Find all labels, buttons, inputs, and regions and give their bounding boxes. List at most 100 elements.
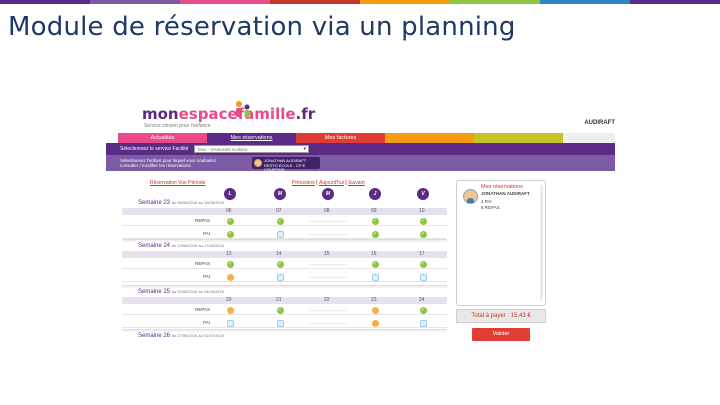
date-cell: 22	[324, 297, 330, 303]
child-bar: Sélectionnez l'enfant pour lequel vous s…	[106, 155, 615, 172]
check-icon[interactable]: ✓	[276, 261, 284, 268]
service-select-value: Taux - restaurant scolaire	[197, 147, 248, 152]
menu-tab[interactable]: Actualités	[118, 133, 207, 143]
check-icon[interactable]: ✓	[226, 218, 234, 225]
validate-button[interactable]: Valider	[472, 328, 530, 341]
empty-box-icon[interactable]	[276, 231, 284, 238]
check-icon[interactable]: ✓	[419, 261, 427, 268]
day-header: L	[224, 188, 236, 200]
reservations-line: 6 REPAS	[481, 205, 500, 210]
slide-title: Module de réservation via un planning	[8, 12, 516, 42]
row-label: REPAS	[195, 261, 210, 266]
date-cell: 07	[276, 208, 282, 214]
reservation-row: PAI	[122, 319, 447, 328]
panel-scrollbar[interactable]	[540, 185, 543, 301]
chevron-down-icon: ▾	[303, 146, 306, 152]
date-cell: 10	[419, 208, 425, 214]
empty-box-icon[interactable]	[419, 274, 427, 281]
child-school: RESTO ÉCOLE - CP É. COURTINE	[264, 162, 307, 172]
nav-next-link[interactable]: Suivant	[348, 180, 365, 186]
empty-box-icon[interactable]	[276, 274, 284, 281]
family-figures-icon	[236, 101, 250, 118]
color-bar-segment	[450, 0, 540, 4]
check-icon[interactable]: ✓	[419, 307, 427, 314]
check-icon[interactable]: ✓	[419, 231, 427, 238]
week-title: Semaine 26 du 27/06/2016 au 01/07/2016	[138, 333, 224, 339]
week-title: Semaine 25 du 20/06/2016 au 24/06/2016	[138, 289, 224, 295]
empty-box-icon[interactable]	[419, 320, 427, 327]
color-bar-segment	[540, 0, 630, 4]
closed-day-line	[309, 310, 347, 311]
closed-day-line	[309, 323, 347, 324]
row-label: REPAS	[195, 307, 210, 312]
slide-color-bar	[0, 0, 720, 4]
child-info: JONATHAN AUDIRAFT RESTO ÉCOLE - CP É. CO…	[264, 158, 320, 173]
check-icon[interactable]: ✓	[419, 218, 427, 225]
total-to-pay: Total à payer : 15,43 €	[456, 309, 546, 323]
day-header: M	[274, 188, 286, 200]
nav-today-link[interactable]: Aujourd'hui	[319, 180, 344, 186]
menu-tab[interactable]: Mes factures	[296, 133, 385, 143]
date-cell: 17	[419, 251, 425, 257]
date-cell: 23	[371, 297, 377, 303]
date-cell: 21	[276, 297, 282, 303]
empty-box-icon[interactable]	[371, 274, 379, 281]
row-label: PAI	[203, 320, 210, 325]
check-icon[interactable]: ✓	[226, 261, 234, 268]
color-bar-segment	[180, 0, 270, 4]
closed-day-line	[309, 221, 347, 222]
date-cell: 13	[226, 251, 232, 257]
check-icon[interactable]: ✓	[371, 231, 379, 238]
pending-dot-icon[interactable]	[371, 320, 379, 327]
check-icon[interactable]: ✓	[371, 218, 379, 225]
menu-tab[interactable]	[474, 133, 563, 143]
service-bar: Sélectionnez le service Facilité Taux - …	[106, 143, 615, 155]
row-label: REPAS	[195, 218, 210, 223]
closed-day-line	[309, 264, 347, 265]
check-icon[interactable]: ✓	[226, 231, 234, 238]
empty-box-icon[interactable]	[276, 320, 284, 327]
date-cell: 16	[371, 251, 377, 257]
pending-dot-icon[interactable]	[226, 307, 234, 314]
reservations-title: Mes réservations	[481, 184, 523, 190]
day-header: M	[322, 188, 334, 200]
app-tagline: Service citoyen pour l'enfance	[144, 123, 211, 129]
check-icon[interactable]: ✓	[276, 307, 284, 314]
date-cell: 24	[419, 297, 425, 303]
week-dates-row: 20 21 22 23 24	[122, 297, 447, 304]
reservation-row: PAI	[122, 273, 447, 282]
empty-box-icon[interactable]	[226, 320, 234, 327]
day-header: V	[417, 188, 429, 200]
reservations-child-name: JONATHAN AUDIRAFT	[481, 191, 530, 196]
reservations-panel: Mes réservations JONATHAN AUDIRAFT 4 PAI…	[456, 180, 546, 306]
app-logo[interactable]: monespacefamille.fr	[142, 105, 315, 123]
date-cell: 08	[324, 208, 330, 214]
main-menu: Actualités Mes réservations Mes factures	[118, 133, 563, 143]
user-name[interactable]: AUDIRAFT	[584, 120, 615, 126]
week-dates-row: 13 14 15 16 17	[122, 251, 447, 258]
child-avatar-icon	[463, 189, 478, 204]
check-icon[interactable]: ✓	[276, 218, 284, 225]
date-cell: 06	[226, 208, 232, 214]
pending-dot-icon[interactable]	[226, 274, 234, 281]
week-title: Semaine 23 du 06/06/2016 au 10/06/2016	[138, 200, 224, 206]
child-avatar	[254, 159, 262, 167]
date-cell: 15	[324, 251, 330, 257]
period-view-link[interactable]: Réservation Vue Période	[150, 180, 205, 186]
menu-tab[interactable]: Mes réservations	[207, 133, 296, 143]
reservation-row: PAI ✓ ✓ ✓	[122, 230, 447, 239]
menu-tab[interactable]	[385, 133, 474, 143]
service-select[interactable]: Taux - restaurant scolaire ▾	[194, 145, 309, 153]
pending-dot-icon[interactable]	[371, 307, 379, 314]
date-cell: 20	[226, 297, 232, 303]
color-bar-segment	[360, 0, 450, 4]
week-separator	[122, 329, 447, 332]
color-bar-segment	[90, 0, 180, 4]
color-bar-segment	[270, 0, 360, 4]
reservations-line: 4 PAI	[481, 199, 492, 204]
reservation-row: REPAS ✓ ✓ ✓ ✓	[122, 260, 447, 269]
check-icon[interactable]: ✓	[371, 261, 379, 268]
child-selector[interactable]: JONATHAN AUDIRAFT RESTO ÉCOLE - CP É. CO…	[252, 157, 320, 172]
menu-filler	[563, 133, 615, 143]
nav-prev-link[interactable]: Précédent	[292, 180, 315, 186]
